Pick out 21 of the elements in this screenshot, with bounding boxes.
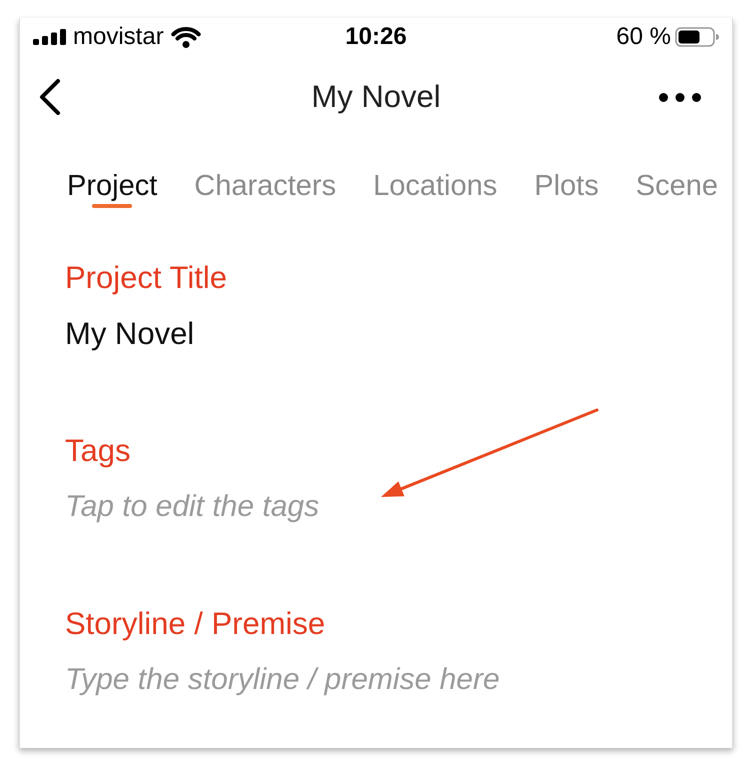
tab[interactable]: Locations xyxy=(373,168,498,208)
tab[interactable]: Plots xyxy=(534,168,599,208)
field-label: Storyline / Premise xyxy=(65,605,326,643)
carrier-name: movistar xyxy=(73,23,164,51)
title-field[interactable]: My Novel xyxy=(65,314,194,354)
clock-time: 10:26 xyxy=(345,23,407,51)
active-tab-underline xyxy=(92,204,132,208)
tab[interactable]: Scene xyxy=(636,168,718,208)
tab[interactable]: Project xyxy=(67,168,158,208)
field-label: Project Title xyxy=(65,259,227,297)
storyline-field[interactable]: Type the storyline / premise here xyxy=(65,660,500,700)
back-icon[interactable] xyxy=(39,79,61,115)
signal-icon xyxy=(33,29,66,45)
battery-icon xyxy=(675,27,719,47)
battery-percentage: 60 % xyxy=(616,23,671,51)
tab[interactable]: Characters xyxy=(194,168,336,208)
field-label: Tags xyxy=(65,432,130,470)
wifi-icon xyxy=(170,26,201,48)
more-icon[interactable] xyxy=(659,92,701,102)
screen-title: My Novel xyxy=(311,78,441,116)
tags-field[interactable]: Tap to edit the tags xyxy=(65,487,320,527)
